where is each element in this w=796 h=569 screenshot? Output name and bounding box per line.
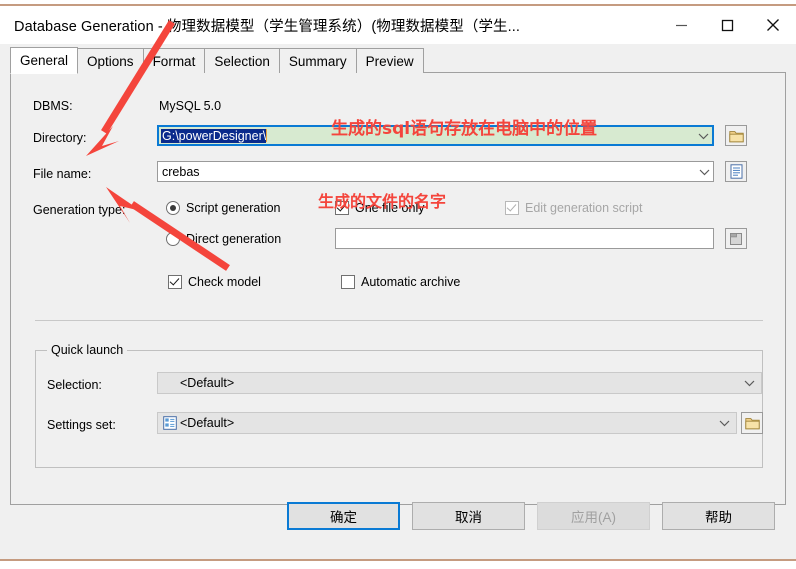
tab-format[interactable]: Format <box>142 48 206 73</box>
checkbox-edit-generation-script: Edit generation script <box>505 201 642 215</box>
minimize-icon[interactable] <box>658 6 704 44</box>
dbms-value: MySQL 5.0 <box>159 99 222 113</box>
settings-set-value: <Default> <box>180 416 235 430</box>
radio-direct-generation[interactable]: Direct generation <box>166 232 281 246</box>
dbms-label: DBMS: <box>33 99 73 113</box>
filename-value[interactable]: crebas <box>158 165 696 179</box>
directory-browse-button[interactable] <box>725 125 747 146</box>
radio-direct-generation-label: Direct generation <box>186 232 282 246</box>
annotation-directory-note: 生成的sql语句存放在电脑中的位置 <box>331 119 598 139</box>
maximize-icon[interactable] <box>704 6 750 44</box>
selection-combo[interactable]: <Default> <box>157 372 762 394</box>
help-button[interactable]: 帮助 <box>662 502 775 530</box>
tab-strip: General Options Format Selection Summary… <box>10 44 786 74</box>
chevron-down-icon[interactable] <box>737 373 761 393</box>
checkbox-check-model-label: Check model <box>188 275 261 289</box>
tab-options[interactable]: Options <box>77 48 144 73</box>
tab-preview[interactable]: Preview <box>355 48 424 73</box>
filename-label: File name: <box>33 167 92 181</box>
direct-generation-browse-button[interactable] <box>725 228 747 249</box>
window-controls <box>658 6 796 44</box>
annotation-filename-note: 生成的文件的名字 <box>318 192 447 211</box>
selection-value: <Default> <box>180 376 235 390</box>
checkbox-indicator <box>168 275 182 289</box>
chevron-down-icon[interactable] <box>696 162 713 181</box>
chevron-down-icon[interactable] <box>712 413 736 433</box>
checkbox-indicator <box>505 201 519 215</box>
settings-list-icon <box>163 416 177 433</box>
quick-launch-group <box>35 350 763 468</box>
tab-selection[interactable]: Selection <box>204 48 280 73</box>
checkbox-automatic-archive[interactable]: Automatic archive <box>341 275 460 289</box>
window-title: Database Generation - 物理数据模型（学生管理系统）(物理数… <box>14 18 521 35</box>
radio-script-generation[interactable]: Script generation <box>166 201 281 215</box>
ok-button[interactable]: 确定 <box>287 502 400 530</box>
settings-set-combo[interactable]: <Default> <box>157 412 737 434</box>
title-bar: Database Generation - 物理数据模型（学生管理系统）(物理数… <box>0 6 796 44</box>
quick-launch-title: Quick launch <box>47 343 128 357</box>
generation-type-label: Generation type: <box>33 203 126 217</box>
cancel-button[interactable]: 取消 <box>412 502 525 530</box>
filename-browse-button[interactable] <box>725 161 747 182</box>
chevron-down-icon[interactable] <box>695 127 712 144</box>
tab-summary[interactable]: Summary <box>278 48 357 73</box>
checkbox-indicator <box>341 275 355 289</box>
checkbox-automatic-archive-label: Automatic archive <box>361 275 461 289</box>
apply-button: 应用(A) <box>537 502 650 530</box>
checkbox-check-model[interactable]: Check model <box>168 275 261 289</box>
settings-set-label: Settings set: <box>47 418 116 432</box>
direct-generation-input[interactable] <box>335 228 714 249</box>
close-icon[interactable] <box>750 6 796 44</box>
settings-set-browse-button[interactable] <box>741 412 763 434</box>
radio-script-generation-label: Script generation <box>186 201 281 215</box>
radio-indicator <box>166 201 180 215</box>
filename-combo[interactable]: crebas <box>157 161 714 182</box>
radio-indicator <box>166 232 180 246</box>
tab-general[interactable]: General <box>10 47 79 74</box>
dialog-window: Database Generation - 物理数据模型（学生管理系统）(物理数… <box>0 4 796 561</box>
directory-label: Directory: <box>33 131 87 145</box>
selection-label: Selection: <box>47 378 102 392</box>
checkbox-edit-generation-script-label: Edit generation script <box>525 201 643 215</box>
divider <box>35 320 763 321</box>
